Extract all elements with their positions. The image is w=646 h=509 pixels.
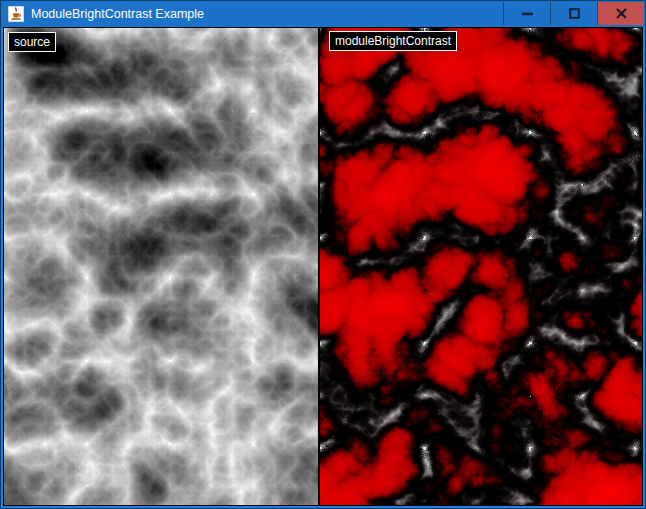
maximize-icon bbox=[569, 8, 580, 19]
source-panel: source bbox=[4, 28, 318, 505]
minimize-button[interactable] bbox=[503, 2, 550, 25]
source-image bbox=[4, 28, 318, 505]
frame-content: source moduleBrightContrast bbox=[3, 27, 643, 506]
caption-buttons bbox=[503, 2, 644, 25]
close-button[interactable] bbox=[597, 2, 644, 25]
maximize-button[interactable] bbox=[550, 2, 597, 25]
title-bar[interactable]: ModuleBrightContrast Example bbox=[1, 1, 645, 27]
source-label: source bbox=[8, 32, 56, 52]
window-title: ModuleBrightContrast Example bbox=[31, 1, 204, 27]
minimize-icon bbox=[522, 8, 533, 19]
application-window: ModuleBrightContrast Example bbox=[0, 0, 646, 509]
java-coffee-cup-icon bbox=[8, 6, 24, 22]
close-icon bbox=[616, 8, 627, 19]
module-panel: moduleBrightContrast bbox=[320, 28, 642, 505]
module-label: moduleBrightContrast bbox=[329, 31, 457, 51]
module-image bbox=[320, 28, 642, 505]
